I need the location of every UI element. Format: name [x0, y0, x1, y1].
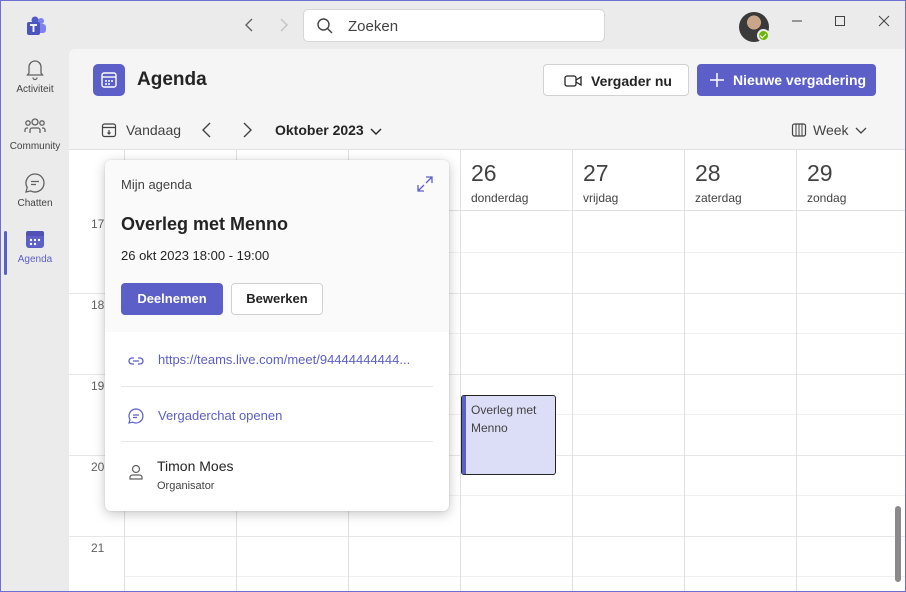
day-column-divider: [460, 150, 461, 591]
week-view-icon: [791, 123, 807, 137]
back-arrow-icon[interactable]: [240, 15, 260, 35]
search-input[interactable]: Zoeken: [303, 9, 605, 42]
rail-label: Chatten: [17, 198, 53, 209]
rail-item-agenda[interactable]: Agenda: [1, 227, 69, 283]
new-meeting-label: Nieuwe vergadering: [733, 72, 867, 88]
month-picker[interactable]: Oktober 2023: [275, 122, 382, 138]
day-column-divider: [796, 150, 797, 591]
forward-arrow-icon[interactable]: [273, 15, 293, 35]
close-icon[interactable]: [872, 13, 896, 33]
view-label: Week: [813, 122, 849, 138]
view-switcher[interactable]: Week: [791, 122, 867, 138]
chat-icon: [128, 408, 144, 424]
chat-icon: [25, 173, 45, 193]
new-meeting-button[interactable]: Nieuwe vergadering: [697, 64, 876, 96]
chevron-down-icon: [855, 127, 867, 134]
rail-label: Agenda: [17, 254, 53, 265]
presence-available-icon: [757, 29, 770, 42]
hour-label: 20: [91, 460, 105, 474]
popup-divider: [121, 441, 433, 442]
chevron-down-icon: [370, 128, 382, 135]
meeting-link-row[interactable]: https://teams.live.com/meet/94444444444.…: [121, 350, 433, 404]
next-week-icon[interactable]: [239, 121, 255, 139]
person-icon: [129, 464, 143, 480]
rail-label: Community: [9, 141, 61, 152]
expand-icon[interactable]: [417, 176, 433, 192]
organizer-name: Timon Moes: [157, 458, 234, 474]
popup-time: 26 okt 2023 18:00 - 19:00: [121, 248, 270, 263]
hour-label: 18: [91, 298, 105, 312]
join-button[interactable]: Deelnemen: [121, 283, 223, 315]
day-number[interactable]: 28: [695, 160, 721, 187]
today-label: Vandaag: [126, 122, 182, 138]
teams-window: Zoeken Activiteit Community Chatten Agen…: [0, 0, 906, 592]
plus-icon: [710, 73, 724, 87]
event-title: Overleg met Menno: [471, 403, 537, 435]
page-title: Agenda: [137, 69, 207, 90]
calendar-toolbar: Vandaag Oktober 2023 Week: [69, 113, 905, 149]
calendar-icon: [26, 231, 44, 248]
popup-title: Overleg met Menno: [121, 214, 289, 234]
event-details-popup: Mijn agenda Overleg met Menno 26 okt 202…: [105, 160, 449, 511]
organizer-role: Organisator: [157, 480, 215, 492]
app-rail: Activiteit Community Chatten Agenda: [1, 49, 69, 591]
video-camera-icon: [564, 75, 582, 87]
rail-label: Activiteit: [16, 84, 54, 95]
day-name: zaterdag: [695, 191, 742, 205]
title-bar: Zoeken: [1, 1, 905, 49]
agenda-app-icon: [93, 64, 125, 96]
rail-item-community[interactable]: Community: [1, 114, 69, 170]
meeting-link[interactable]: https://teams.live.com/meet/94444444444.…: [158, 352, 410, 367]
search-placeholder: Zoeken: [348, 18, 399, 35]
hour-label: 21: [91, 541, 105, 555]
community-icon: [24, 118, 46, 133]
edit-button[interactable]: Bewerken: [231, 283, 323, 315]
hour-label: 19: [91, 379, 105, 393]
month-label: Oktober 2023: [275, 122, 364, 138]
teams-logo-icon: [27, 16, 46, 35]
hour-line: [69, 536, 905, 537]
day-column-divider: [572, 150, 573, 591]
day-name: donderdag: [471, 191, 529, 205]
popup-divider: [121, 386, 433, 387]
rail-item-chatten[interactable]: Chatten: [1, 171, 69, 227]
rail-item-activiteit[interactable]: Activiteit: [1, 57, 69, 113]
meet-now-label: Vergader nu: [591, 73, 672, 89]
day-number[interactable]: 26: [471, 160, 497, 187]
calendar-event[interactable]: Overleg met Menno: [461, 395, 556, 475]
calendar-today-icon: [101, 123, 117, 138]
popup-calendar-name: Mijn agenda: [121, 177, 192, 192]
meet-now-button[interactable]: Vergader nu: [543, 64, 689, 96]
bell-icon: [26, 60, 44, 81]
meeting-chat-link[interactable]: Vergaderchat openen: [158, 408, 282, 423]
hour-label: 17: [91, 217, 105, 231]
link-icon: [128, 357, 144, 365]
search-icon: [317, 18, 333, 34]
meeting-chat-row[interactable]: Vergaderchat openen: [121, 405, 433, 459]
day-name: zondag: [807, 191, 847, 205]
minimize-icon[interactable]: [785, 13, 809, 33]
maximize-icon[interactable]: [828, 13, 852, 33]
vertical-scrollbar[interactable]: [895, 506, 901, 582]
half-hour-line: [124, 576, 905, 577]
day-number[interactable]: 29: [807, 160, 833, 187]
day-name: vrijdag: [583, 191, 619, 205]
day-column-divider: [684, 150, 685, 591]
day-number[interactable]: 27: [583, 160, 609, 187]
previous-week-icon[interactable]: [199, 121, 215, 139]
